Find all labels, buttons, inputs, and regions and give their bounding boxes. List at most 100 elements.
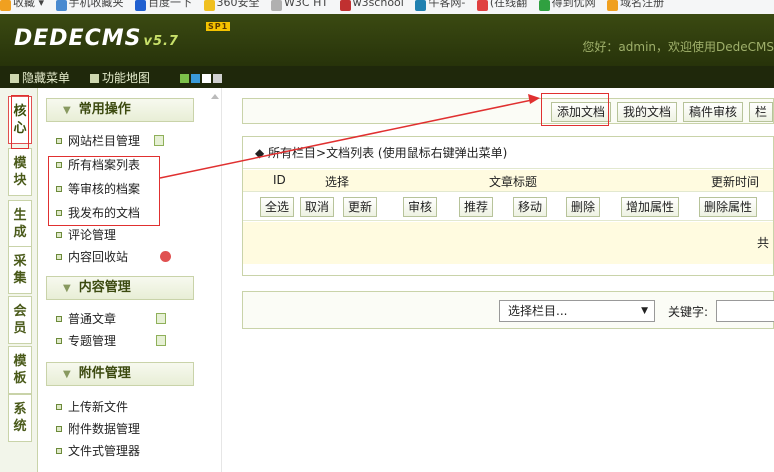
delete-icon[interactable]: [160, 251, 171, 262]
grid-icon: [90, 74, 99, 83]
bullet-icon: [56, 448, 62, 454]
keyword-input[interactable]: [716, 300, 774, 322]
document-list-panel: ◆ 所有栏目>文档列表 (使用鼠标右键弹出菜单) ID 选择 文章标题 更新时间…: [242, 136, 774, 276]
bookmark-icon: [538, 0, 550, 11]
menu-group-content[interactable]: ▼ 内容管理: [46, 276, 194, 300]
bookmark-icon: [55, 0, 67, 11]
tab-modules[interactable]: 模块: [8, 148, 32, 196]
review-button[interactable]: 稿件审核: [683, 102, 744, 122]
menu-group-common[interactable]: ▼ 常用操作: [46, 98, 194, 122]
tab-templates[interactable]: 模板: [8, 346, 32, 394]
select-all-button[interactable]: 全选: [260, 197, 295, 217]
list-footer: 共: [243, 222, 773, 264]
column-id: ID: [273, 173, 286, 187]
bookmark-item[interactable]: 得到优网: [538, 0, 596, 11]
bookmark-icon: [476, 0, 488, 11]
document-toolbar: 添加文档 我的文档 稿件审核 栏: [242, 98, 774, 124]
logo: DEDECMS v5.7 SP1: [14, 22, 231, 51]
bookmark-item[interactable]: 手机收藏夹: [55, 0, 124, 11]
skin-swatch-blue[interactable]: [191, 74, 200, 83]
menu-item-upload-file[interactable]: 上传新文件: [56, 398, 128, 416]
browser-bookmarks-bar: 收藏 ▾ 手机收藏夹 百度一下 360安全 W3C HT w3school 牛客…: [0, 0, 774, 14]
skin-swatch-green[interactable]: [180, 74, 189, 83]
add-icon[interactable]: [154, 135, 164, 146]
skin-swatch-gray[interactable]: [213, 74, 222, 83]
menu-item-recycle-bin[interactable]: 内容回收站: [56, 248, 171, 266]
skin-swatch-white[interactable]: [202, 74, 211, 83]
bookmark-item[interactable]: 百度一下: [135, 0, 192, 11]
chevron-down-icon: ▼: [63, 369, 71, 380]
bookmark-icon: [203, 0, 215, 11]
bookmark-item[interactable]: 收藏 ▾: [0, 0, 44, 11]
column-title: 文章标题: [489, 175, 538, 189]
column-updated: 更新时间: [711, 175, 760, 189]
hide-menu-button[interactable]: 隐藏菜单: [10, 69, 70, 86]
remove-attribute-button[interactable]: 删除属性: [699, 197, 758, 217]
sp-badge: SP1: [206, 22, 231, 31]
bookmark-item[interactable]: W3C HT: [271, 0, 328, 11]
bookmark-icon: [339, 0, 351, 11]
main-content: 添加文档 我的文档 稿件审核 栏 ◆ 所有栏目>文档列表 (使用鼠标右键弹出菜单…: [222, 88, 774, 472]
recommend-button[interactable]: 推荐: [459, 197, 494, 217]
cancel-selection-button[interactable]: 取消: [300, 197, 335, 217]
menu-item-topics[interactable]: 专题管理: [56, 332, 166, 350]
bullet-icon: [56, 138, 62, 144]
highlight-box-add-document: [541, 93, 609, 126]
highlight-box-menu-items: [48, 156, 160, 226]
splitter[interactable]: [204, 88, 222, 472]
tab-collect[interactable]: 采集: [8, 246, 32, 294]
bookmark-item[interactable]: (在线翻: [476, 0, 527, 11]
bullet-icon: [56, 232, 62, 238]
menu-item-comments[interactable]: 评论管理: [56, 226, 116, 244]
tab-members[interactable]: 会员: [8, 296, 32, 344]
columns-button[interactable]: 栏: [749, 102, 774, 122]
bookmark-icon: [415, 0, 427, 11]
list-title: ◆ 所有栏目>文档列表 (使用鼠标右键弹出菜单): [243, 137, 773, 169]
chevron-down-icon: ▼: [63, 283, 71, 294]
bullet-icon: [56, 316, 62, 322]
skin-swatches: [180, 72, 224, 86]
approve-button[interactable]: 审核: [403, 197, 438, 217]
total-count-label: 共: [756, 236, 769, 250]
bookmark-item[interactable]: 牛客网-: [415, 0, 465, 11]
keyword-label: 关键字:: [668, 305, 709, 319]
bookmark-item[interactable]: w3school: [339, 0, 404, 11]
menu-icon: [10, 74, 19, 83]
chevron-down-icon: ▼: [63, 105, 71, 116]
update-button[interactable]: 更新: [343, 197, 378, 217]
scroll-up-icon[interactable]: [211, 94, 219, 99]
menu-item-file-manager[interactable]: 文件式管理器: [56, 442, 140, 460]
menu-item-site-columns[interactable]: 网站栏目管理: [56, 132, 164, 150]
bullet-icon: [56, 404, 62, 410]
column-select-dropdown[interactable]: 选择栏目... ▼: [499, 300, 655, 322]
search-bar: 选择栏目... ▼ 关键字:: [242, 291, 774, 329]
table-header: ID 选择 文章标题 更新时间: [243, 170, 773, 192]
add-icon[interactable]: [156, 313, 166, 324]
move-button[interactable]: 移动: [513, 197, 548, 217]
version-label: v5.7: [143, 34, 179, 49]
menu-item-attachment-data[interactable]: 附件数据管理: [56, 420, 140, 438]
add-icon[interactable]: [156, 335, 166, 346]
tab-generate[interactable]: 生成: [8, 200, 32, 248]
bookmark-item[interactable]: 360安全: [203, 0, 260, 11]
sub-toolbar: 隐藏菜单 功能地图: [0, 66, 774, 88]
bookmark-icon: [0, 0, 11, 11]
bookmark-icon: [607, 0, 619, 11]
welcome-text: 您好：admin，欢迎使用DedeCMS: [582, 40, 774, 54]
sidebar-menu: ▼ 常用操作 网站栏目管理 所有档案列表 等审核的档案 我发布的文档 评论管理 内…: [38, 88, 204, 472]
tab-system[interactable]: 系统: [8, 394, 32, 442]
bullet-icon: [56, 426, 62, 432]
bookmark-icon: [135, 0, 147, 11]
bullet-icon: [56, 338, 62, 344]
delete-button[interactable]: 删除: [566, 197, 601, 217]
column-select: 选择: [325, 175, 350, 189]
menu-group-attachments[interactable]: ▼ 附件管理: [46, 362, 194, 386]
bookmark-item[interactable]: 域名注册: [607, 0, 664, 11]
list-actions: 全选 取消 更新 审核 推荐 移动 删除 增加属性 删除属性: [243, 193, 773, 221]
my-documents-button[interactable]: 我的文档: [617, 102, 678, 122]
add-attribute-button[interactable]: 增加属性: [621, 197, 680, 217]
menu-item-articles[interactable]: 普通文章: [56, 310, 166, 328]
bookmark-icon: [271, 0, 283, 11]
highlight-box-core-tab: [11, 95, 29, 149]
site-map-button[interactable]: 功能地图: [90, 69, 150, 86]
